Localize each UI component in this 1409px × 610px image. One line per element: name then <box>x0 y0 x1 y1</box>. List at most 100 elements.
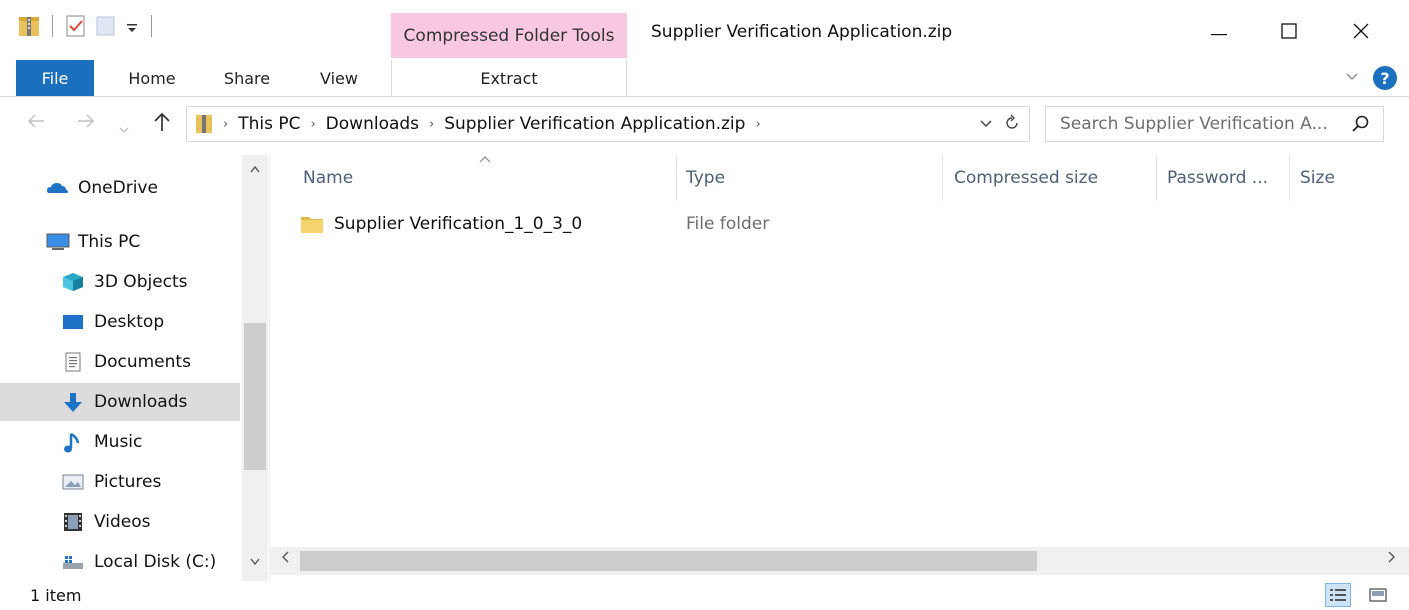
column-divider[interactable] <box>1289 155 1290 201</box>
scroll-thumb[interactable] <box>244 323 266 470</box>
column-divider[interactable] <box>676 155 677 201</box>
horizontal-scrollbar[interactable] <box>270 547 1409 575</box>
nav-item-documents[interactable]: Documents <box>0 343 240 381</box>
nav-item-desktop[interactable]: Desktop <box>0 303 240 341</box>
window-title: Supplier Verification Application.zip <box>651 22 953 42</box>
nav-item-this-pc[interactable]: This PC <box>0 223 240 261</box>
chevron-down-icon <box>119 127 129 133</box>
ribbon-tabs: File Home Share View Extract <box>0 60 1409 97</box>
scroll-right-icon[interactable] <box>1387 550 1397 568</box>
minimize-icon <box>1211 34 1227 36</box>
3d-objects-icon <box>62 272 84 292</box>
status-bar: 1 item <box>0 581 1409 610</box>
list-item[interactable]: Supplier Verification_1_0_3_0 File folde… <box>300 207 769 241</box>
nav-item-onedrive[interactable]: OneDrive <box>0 169 240 207</box>
column-header-size[interactable]: Size <box>1300 155 1335 201</box>
nav-label: Desktop <box>94 312 165 332</box>
search-input[interactable]: Search Supplier Verification A... <box>1045 106 1384 142</box>
search-placeholder: Search Supplier Verification A... <box>1060 114 1328 134</box>
tab-view[interactable]: View <box>305 60 373 96</box>
column-label: Type <box>686 168 726 188</box>
context-tab-label: Compressed Folder Tools <box>403 25 615 46</box>
help-icon[interactable]: ? <box>1373 66 1397 90</box>
nav-item-pictures[interactable]: Pictures <box>0 463 240 501</box>
tab-file-label: File <box>41 68 69 88</box>
breadcrumb-separator-icon[interactable]: › <box>310 117 315 132</box>
close-button[interactable] <box>1338 10 1384 52</box>
column-label: Password ... <box>1167 168 1269 188</box>
nav-vertical-scrollbar[interactable] <box>242 155 268 581</box>
properties-icon[interactable] <box>65 14 87 38</box>
tab-share-label: Share <box>223 68 271 88</box>
nav-item-videos[interactable]: Videos <box>0 503 240 541</box>
desktop-icon <box>62 312 84 332</box>
nav-label: Documents <box>94 352 191 372</box>
breadcrumb-downloads[interactable]: Downloads <box>326 114 419 134</box>
breadcrumb-zip-file[interactable]: Supplier Verification Application.zip <box>444 114 745 134</box>
nav-item-local-disk[interactable]: Local Disk (C:) <box>0 543 240 581</box>
new-folder-icon[interactable] <box>95 14 117 38</box>
sort-ascending-icon <box>478 153 492 167</box>
tab-home[interactable]: Home <box>118 60 186 96</box>
customize-toolbar-icon[interactable] <box>125 14 139 38</box>
breadcrumb-separator-icon[interactable]: › <box>223 117 228 132</box>
file-name: Supplier Verification_1_0_3_0 <box>334 214 583 234</box>
refresh-button[interactable] <box>1003 113 1021 137</box>
pictures-icon <box>62 472 84 492</box>
folder-icon <box>300 212 324 236</box>
column-header-type[interactable]: Type <box>686 155 725 201</box>
zip-folder-icon <box>18 14 40 38</box>
local-disk-icon <box>62 552 84 572</box>
tab-share[interactable]: Share <box>213 60 281 96</box>
address-history-button[interactable] <box>979 113 993 137</box>
minimize-button[interactable] <box>1196 10 1242 52</box>
tab-file[interactable]: File <box>16 60 94 96</box>
nav-label: Pictures <box>94 472 162 492</box>
breadcrumb-separator-icon[interactable]: › <box>429 117 434 132</box>
toolbar-divider <box>52 15 53 37</box>
maximize-icon <box>1281 23 1297 39</box>
navigation-pane: OneDrive This PC 3D Objects Desktop Docu… <box>0 155 270 581</box>
column-divider[interactable] <box>942 155 943 201</box>
tab-home-label: Home <box>128 68 176 88</box>
item-count: 1 item <box>30 586 82 605</box>
nav-label: 3D Objects <box>94 272 188 292</box>
scroll-up-icon[interactable] <box>249 163 261 178</box>
large-icons-view-button[interactable] <box>1365 583 1391 607</box>
scroll-down-icon[interactable] <box>249 555 261 570</box>
up-arrow-icon <box>154 112 170 131</box>
quick-access-toolbar <box>18 14 156 38</box>
nav-item-music[interactable]: Music <box>0 423 240 461</box>
up-button[interactable] <box>152 111 172 138</box>
large-icons-view-icon <box>1369 588 1387 602</box>
refresh-icon <box>1006 114 1018 129</box>
nav-item-downloads[interactable]: Downloads <box>0 383 240 421</box>
toolbar-divider <box>151 15 152 37</box>
column-header-name[interactable]: Name <box>303 155 353 201</box>
close-icon <box>1353 23 1369 39</box>
scroll-left-icon[interactable] <box>280 550 290 568</box>
nav-label: This PC <box>78 232 141 252</box>
back-button[interactable] <box>26 111 46 136</box>
details-view-button[interactable] <box>1325 583 1351 607</box>
forward-button[interactable] <box>76 111 96 136</box>
nav-item-3d-objects[interactable]: 3D Objects <box>0 263 240 301</box>
address-bar[interactable]: › This PC › Downloads › Supplier Verific… <box>186 106 1030 142</box>
column-header-compressed-size[interactable]: Compressed size <box>954 155 1098 201</box>
search-icon[interactable] <box>1351 114 1371 139</box>
breadcrumb-separator-icon[interactable]: › <box>755 117 760 132</box>
column-divider[interactable] <box>1156 155 1157 201</box>
maximize-button[interactable] <box>1266 10 1312 52</box>
nav-label: Local Disk (C:) <box>94 552 217 572</box>
recent-locations-button[interactable] <box>118 117 130 141</box>
breadcrumb-this-pc[interactable]: This PC <box>238 114 300 134</box>
tab-extract[interactable]: Extract <box>391 60 627 96</box>
file-list: Name Type Compressed size Password ... S… <box>270 155 1409 547</box>
column-header-password[interactable]: Password ... <box>1167 155 1268 201</box>
music-icon <box>62 432 84 453</box>
forward-arrow-icon <box>78 114 95 128</box>
scroll-thumb[interactable] <box>300 551 1037 571</box>
tab-extract-label: Extract <box>480 68 538 88</box>
expand-ribbon-icon[interactable] <box>1345 70 1359 86</box>
back-arrow-icon <box>27 114 44 128</box>
